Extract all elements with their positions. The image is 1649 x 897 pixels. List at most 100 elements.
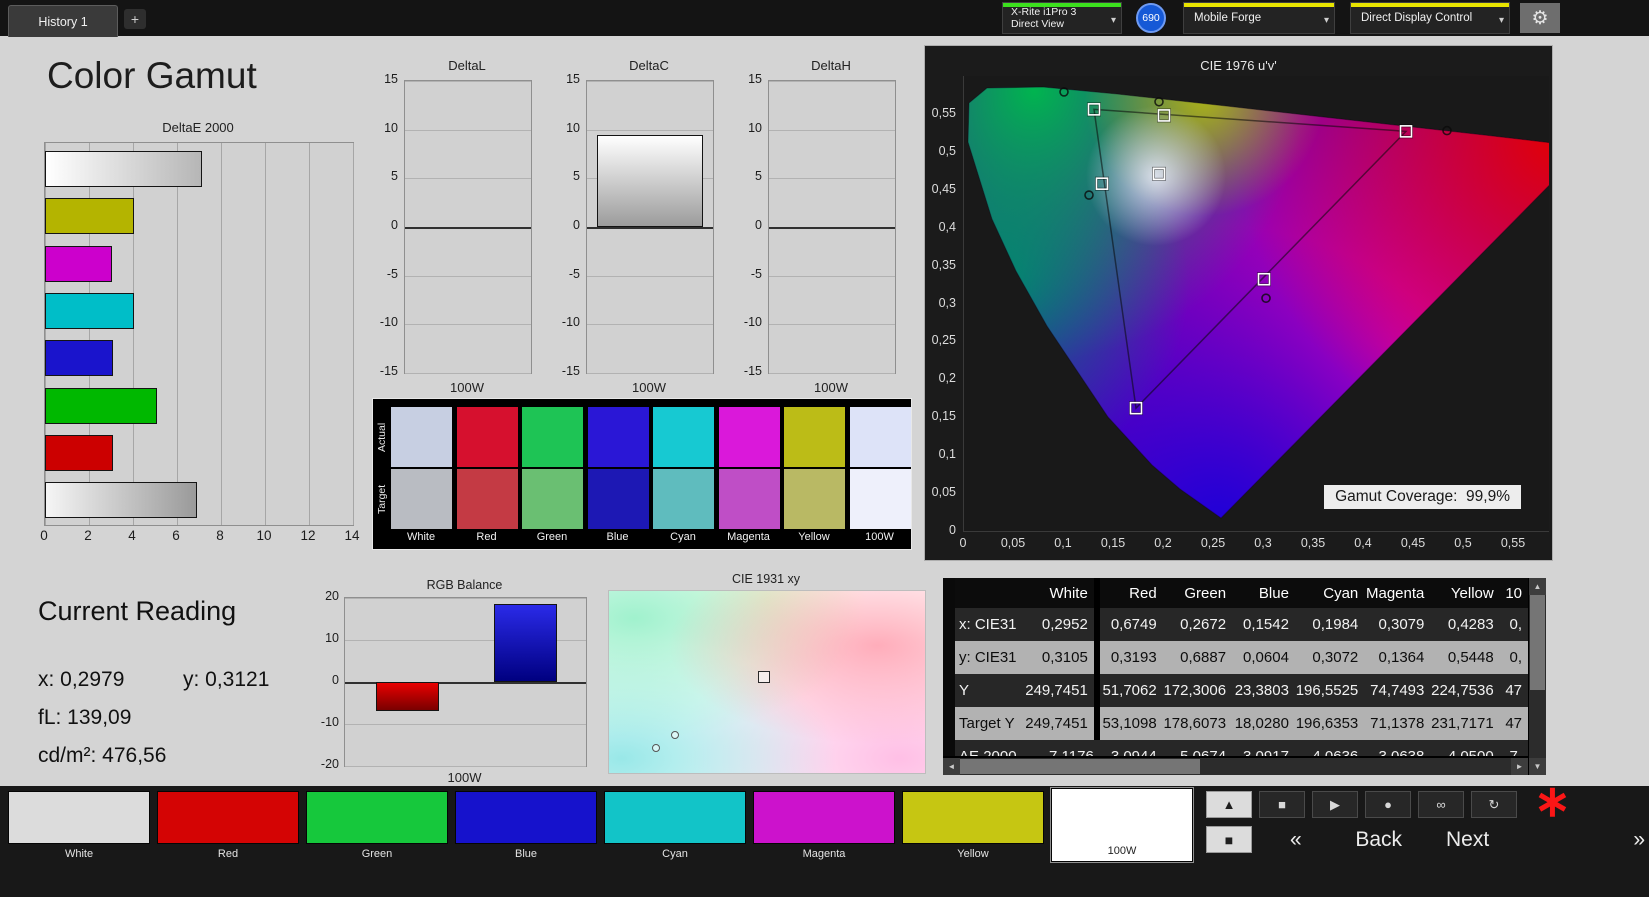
swatch-label: Red (476, 531, 497, 543)
meter-selector[interactable]: X-Rite i1Pro 3 Direct View ▾ (1002, 2, 1122, 34)
deltae-bar-magenta (45, 245, 113, 282)
vertical-scrollbar-thumb[interactable] (1530, 595, 1545, 690)
pattern-swatch-label: Magenta (802, 848, 846, 860)
cie1976-plot: Gamut Coverage: 99,9% (963, 76, 1549, 532)
chart-title: RGB Balance (426, 578, 503, 592)
pattern-swatch-yellow[interactable] (902, 791, 1044, 844)
pattern-swatch-label: Green (361, 848, 393, 860)
scroll-right-icon[interactable]: ► (1511, 758, 1528, 775)
back-button-label: Back (1355, 828, 1402, 851)
row-label: ΔE 2000 (949, 740, 1025, 756)
next-chevron-icon: » (1633, 828, 1645, 851)
reading-y: y: 0,3121 (183, 668, 270, 691)
gear-icon: ⚙ (1531, 7, 1549, 29)
gamut-coverage-text: Gamut Coverage: (1335, 488, 1458, 505)
pattern-swatch-100w[interactable]: 100W (1051, 788, 1193, 862)
pattern-swatch-blue[interactable] (455, 791, 597, 844)
y-tick-label: -15 (743, 364, 762, 378)
reading-fl: fL: 139,09 (38, 706, 132, 729)
workflow-selector[interactable]: Mobile Forge ▾ (1183, 2, 1335, 34)
table-header-row: White Red Green Blue Cyan Magenta Yellow 10 (949, 578, 1528, 608)
y-tick-label: 0,25 (931, 333, 956, 348)
table-row[interactable]: x: CIE31 0,2952 0,6749 0,2672 0,1542 0,1984 0,… (949, 608, 1528, 641)
gridline (345, 598, 586, 599)
table-row[interactable]: Target Y 249,7451 53,1098 178,6073 18,0280 19… (949, 707, 1528, 740)
chevron-down-icon: ▾ (1110, 15, 1116, 26)
column-header: Blue (1232, 578, 1295, 608)
vertical-scrollbar[interactable]: ▲ ▼ (1529, 578, 1546, 775)
measured-xy-marker (671, 730, 680, 739)
gridline (309, 143, 310, 525)
chart-title: DeltaE 2000 (162, 120, 234, 135)
cell: 0,3105 (1024, 641, 1100, 674)
record-icon: ● (1384, 797, 1392, 812)
swatch-comparison-panel: Actual Target White Red Green Blue Cyan Magen… (372, 398, 912, 550)
y-tick-label: 20 (325, 589, 339, 603)
cell: 53,1098 (1099, 707, 1163, 740)
gridline (769, 275, 895, 277)
add-tab-button[interactable]: + (124, 9, 146, 29)
pattern-swatch-green[interactable] (306, 791, 448, 844)
column-header (949, 578, 1025, 608)
pattern-swatch-cyan[interactable] (604, 791, 746, 844)
swatch-label: Yellow (798, 531, 830, 543)
cell: 51,7062 (1099, 674, 1163, 707)
horizontal-scrollbar[interactable]: ◄ ► (943, 758, 1528, 775)
y-tick-label: -10 (743, 315, 762, 330)
reading-x: x: 0,2979 (38, 668, 125, 691)
play-button[interactable]: ▶ (1312, 791, 1358, 818)
y-tick-label: 0 (755, 218, 762, 232)
alert-asterisk-icon[interactable]: ∗ (1534, 780, 1571, 824)
back-button[interactable]: « Back (1290, 824, 1402, 856)
table-row[interactable]: y: CIE31 0,3105 0,3193 0,6887 0,0604 0,3072 0,… (949, 641, 1528, 674)
row-label: y: CIE31 (949, 641, 1025, 674)
gridline (587, 81, 713, 82)
deltae-bar-cyan (45, 292, 135, 329)
swatch-label: Green (536, 531, 568, 543)
continuous-button[interactable]: ∞ (1418, 791, 1464, 818)
cell: 0,0604 (1232, 641, 1295, 674)
pattern-swatch-magenta[interactable] (753, 791, 895, 844)
cell: 3,0917 (1232, 740, 1295, 756)
measurement-table-panel: White Red Green Blue Cyan Magenta Yellow 10 x: … (943, 578, 1546, 775)
y-tick-label: 0 (332, 673, 339, 687)
x-tick-label: 10 (256, 528, 272, 543)
table-row[interactable]: ΔE 20007,11763,09445,06743,09174,06363,0… (949, 740, 1528, 756)
pattern-swatch-label: Yellow (957, 848, 989, 860)
swatch-label: Cyan (670, 531, 696, 543)
scroll-left-icon[interactable]: ◄ (943, 758, 960, 775)
count-badge: 690 (1136, 3, 1166, 33)
history-tab[interactable]: History 1 (8, 5, 118, 37)
pattern-swatch-white[interactable] (8, 791, 150, 844)
cell: 249,7451 (1024, 707, 1100, 740)
pattern-swatch-red[interactable] (157, 791, 299, 844)
y-tick-label: -10 (379, 315, 398, 330)
gridline (405, 275, 531, 277)
record-button[interactable]: ● (1365, 791, 1411, 818)
measured-xy-marker (652, 743, 661, 752)
pattern-swatch-label: Cyan (662, 848, 688, 860)
table-row[interactable]: Y 249,7451 51,7062 172,3006 23,3803 196,5525 7… (949, 674, 1528, 707)
y-tick-label: -10 (320, 715, 339, 729)
eject-button[interactable]: ▲ (1206, 791, 1252, 818)
display-control-selector[interactable]: Direct Display Control ▾ (1350, 2, 1510, 34)
settings-button[interactable]: ⚙ (1520, 3, 1560, 33)
scroll-down-icon[interactable]: ▼ (1529, 758, 1546, 775)
y-axis: 15 10 5 0 -5 -10 -15 (558, 72, 583, 378)
pattern-window-button[interactable]: ■ (1206, 826, 1252, 853)
stop-button[interactable]: ■ (1259, 791, 1305, 818)
y-tick-label: -10 (561, 315, 580, 330)
pattern-swatch-label: Blue (514, 848, 538, 860)
scroll-up-icon[interactable]: ▲ (1529, 578, 1546, 595)
cell: 0,1542 (1232, 608, 1295, 641)
deltae2000-chart: DeltaE 2000 0 2 4 6 8 10 12 14 (40, 120, 359, 560)
cie1931-plot (608, 590, 926, 774)
gridline (587, 275, 713, 277)
display-control-name: Direct Display Control (1361, 12, 1473, 24)
horizontal-scrollbar-thumb[interactable] (960, 759, 1200, 774)
cell: 47 (1499, 707, 1528, 740)
target-swatch-100w (849, 469, 911, 529)
gridline (769, 227, 895, 229)
next-button[interactable]: Next » (1412, 824, 1645, 856)
loop-button[interactable]: ↻ (1471, 791, 1517, 818)
